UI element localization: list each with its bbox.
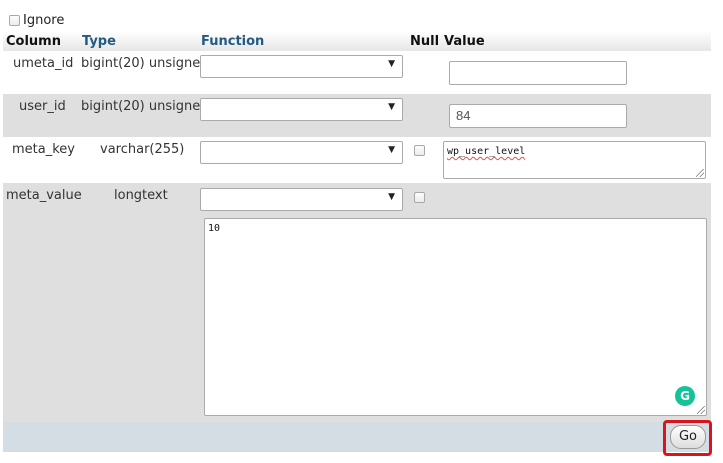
null-checkbox[interactable]: [414, 192, 425, 203]
function-select[interactable]: ▼: [200, 55, 403, 78]
column-name: meta_value: [6, 188, 82, 203]
dropdown-arrow-icon: ▼: [388, 145, 395, 155]
function-select[interactable]: ▼: [200, 141, 403, 164]
form-footer: [3, 422, 711, 452]
ignore-checkbox[interactable]: [9, 15, 20, 26]
column-name: meta_key: [12, 142, 75, 157]
header-null: Null: [410, 34, 440, 49]
column-name: user_id: [19, 99, 66, 114]
dropdown-arrow-icon: ▼: [388, 59, 395, 69]
dropdown-arrow-icon: ▼: [388, 192, 395, 202]
value-textarea[interactable]: wp_user_level: [443, 141, 706, 179]
header-type[interactable]: Type: [82, 34, 116, 49]
value-text: 10: [208, 223, 221, 234]
function-select[interactable]: ▼: [200, 188, 403, 211]
grammarly-icon[interactable]: G: [675, 386, 695, 406]
header-value: Value: [444, 34, 485, 49]
dropdown-arrow-icon: ▼: [388, 102, 395, 112]
column-type: bigint(20) unsigned: [81, 56, 209, 71]
column-type: bigint(20) unsigned: [81, 99, 209, 114]
value-input[interactable]: 84: [449, 104, 627, 128]
value-input[interactable]: [449, 61, 627, 85]
ignore-label: Ignore: [23, 13, 65, 28]
function-select[interactable]: ▼: [200, 98, 403, 121]
go-button[interactable]: Go: [670, 425, 706, 449]
resize-handle-icon[interactable]: [696, 169, 704, 177]
header-function[interactable]: Function: [201, 34, 264, 49]
value-textarea[interactable]: 10: [204, 218, 707, 416]
resize-handle-icon[interactable]: [697, 406, 705, 414]
value-text: wp_user_level: [447, 146, 526, 157]
column-type: longtext: [114, 188, 168, 203]
column-type: varchar(255): [100, 142, 185, 157]
null-checkbox[interactable]: [414, 145, 425, 156]
header-column: Column: [6, 34, 61, 49]
column-name: umeta_id: [13, 56, 74, 71]
